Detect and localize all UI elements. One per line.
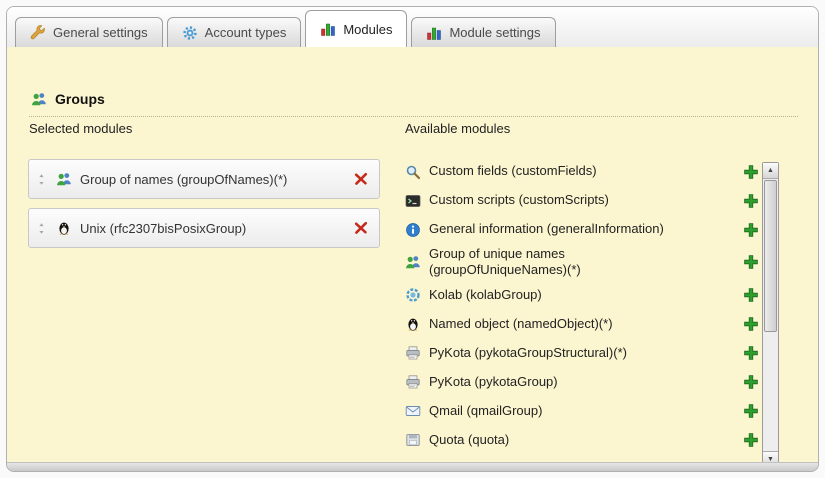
scroll-up-button[interactable]: ▲ <box>763 163 778 179</box>
terminal-icon <box>405 193 421 209</box>
panel-footer <box>7 462 818 471</box>
add-icon[interactable] <box>743 345 759 361</box>
tux-icon <box>56 220 72 236</box>
tab-general-settings[interactable]: General settings <box>15 17 163 47</box>
disk-icon <box>405 432 421 448</box>
add-icon[interactable] <box>743 222 759 238</box>
tux-icon <box>405 316 421 332</box>
tab-bar: General settings Account types Modules M… <box>7 7 818 47</box>
available-module-label: Custom fields (customFields) <box>429 163 597 179</box>
tab-module-settings[interactable]: Module settings <box>411 17 555 47</box>
section-title: Groups <box>55 91 105 107</box>
scrollbar-thumb[interactable] <box>764 180 777 332</box>
available-module-label: Quota (quota) <box>429 432 509 448</box>
groups-icon <box>31 91 47 107</box>
modules-chart-icon <box>320 21 336 37</box>
drag-handle-icon[interactable] <box>35 173 48 186</box>
available-module-label: Group of unique names (groupOfUniqueName… <box>429 246 659 279</box>
available-modules-list: Custom fields (customFields) Custom scri… <box>405 157 759 455</box>
tab-label: General settings <box>53 25 148 40</box>
scroll-up-arrow-icon: ▲ <box>767 167 774 174</box>
available-module-row: General information (generalInformation) <box>405 215 759 244</box>
available-module-label: Kolab (kolabGroup) <box>429 287 542 303</box>
selected-module-label: Group of names (groupOfNames)(*) <box>80 172 287 187</box>
available-module-row: Quota (quota) <box>405 426 759 455</box>
kolab-icon <box>405 287 421 303</box>
modules-tab-content: Groups Selected modules Available module… <box>7 47 818 462</box>
available-module-row: Qmail (qmailGroup) <box>405 397 759 426</box>
selected-module-row: Unix (rfc2307bisPosixGroup) <box>28 208 380 248</box>
delete-icon[interactable] <box>353 220 369 236</box>
add-icon[interactable] <box>743 432 759 448</box>
available-modules-heading: Available modules <box>405 121 510 136</box>
wrench-icon <box>30 25 46 41</box>
gear-icon <box>182 25 198 41</box>
settings-panel: General settings Account types Modules M… <box>6 6 819 472</box>
available-module-label: PyKota (pykotaGroup) <box>429 374 558 390</box>
selected-module-row: Group of names (groupOfNames)(*) <box>28 159 380 199</box>
available-module-label: General information (generalInformation) <box>429 221 664 237</box>
add-icon[interactable] <box>743 403 759 419</box>
info-icon <box>405 222 421 238</box>
mail-icon <box>405 403 421 419</box>
tab-label: Module settings <box>449 25 540 40</box>
available-module-label: Custom scripts (customScripts) <box>429 192 609 208</box>
available-module-label: PyKota (pykotaGroupStructural)(*) <box>429 345 627 361</box>
module-settings-chart-icon <box>426 25 442 41</box>
printer-icon <box>405 345 421 361</box>
available-module-row: PyKota (pykotaGroupStructural)(*) <box>405 339 759 368</box>
available-module-row: Kolab (kolabGroup) <box>405 281 759 310</box>
tab-account-types[interactable]: Account types <box>167 17 302 47</box>
selected-modules-heading: Selected modules <box>29 121 132 136</box>
available-module-label: Named object (namedObject)(*) <box>429 316 613 332</box>
group-icon <box>56 171 72 187</box>
add-icon[interactable] <box>743 287 759 303</box>
printer-icon <box>405 374 421 390</box>
available-module-row: PyKota (pykotaGroup) <box>405 368 759 397</box>
group-icon <box>405 254 421 270</box>
selected-module-label: Unix (rfc2307bisPosixGroup) <box>80 221 246 236</box>
available-module-row: Named object (namedObject)(*) <box>405 310 759 339</box>
drag-handle-icon[interactable] <box>35 222 48 235</box>
tab-modules[interactable]: Modules <box>305 10 407 47</box>
available-module-row: Group of unique names (groupOfUniqueName… <box>405 244 759 281</box>
tab-label: Modules <box>343 22 392 37</box>
add-icon[interactable] <box>743 164 759 180</box>
available-module-row: Custom fields (customFields) <box>405 157 759 186</box>
delete-icon[interactable] <box>353 171 369 187</box>
available-module-row: Custom scripts (customScripts) <box>405 186 759 215</box>
add-icon[interactable] <box>743 374 759 390</box>
add-icon[interactable] <box>743 193 759 209</box>
selected-modules-list: Group of names (groupOfNames)(*) Unix (r… <box>28 159 380 257</box>
magnifier-icon <box>405 164 421 180</box>
add-icon[interactable] <box>743 316 759 332</box>
add-icon[interactable] <box>743 254 759 270</box>
section-header-groups: Groups <box>29 85 798 117</box>
available-module-label: Qmail (qmailGroup) <box>429 403 542 419</box>
tab-label: Account types <box>205 25 287 40</box>
scrollbar[interactable]: ▲ ▼ <box>762 162 779 468</box>
